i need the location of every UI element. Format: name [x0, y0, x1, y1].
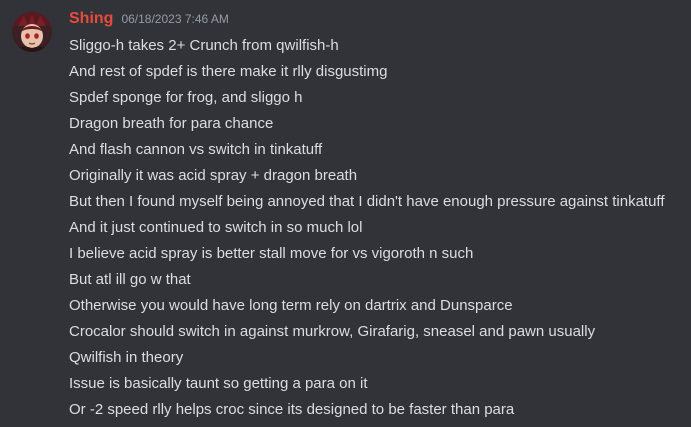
message-line: Spdef sponge for frog, and sliggo h: [69, 89, 303, 106]
message-line: But then I found myself being annoyed th…: [69, 193, 665, 210]
message-header: Shing 06/18/2023 7:46 AM: [69, 10, 229, 32]
username[interactable]: Shing: [69, 10, 113, 28]
message-line: I believe acid spray is better stall mov…: [69, 245, 474, 262]
message-line: Dragon breath for para chance: [69, 115, 274, 132]
chat-message: Shing 06/18/2023 7:46 AM Sliggo-h takes …: [0, 0, 691, 427]
message-line: And it just continued to switch in so mu…: [69, 219, 363, 236]
avatar-icon[interactable]: [12, 12, 52, 52]
message-content: Sliggo-h takes 2+ Crunch from qwilfish-h…: [69, 33, 665, 423]
timestamp[interactable]: 06/18/2023 7:46 AM: [121, 12, 228, 26]
message-line: Sliggo-h takes 2+ Crunch from qwilfish-h: [69, 37, 339, 54]
message-line: And rest of spdef is there make it rlly …: [69, 63, 388, 80]
message-line: But atl ill go w that: [69, 271, 191, 288]
message-line: Qwilfish in theory: [69, 349, 184, 366]
message-line: Crocalor should switch in against murkro…: [69, 323, 596, 340]
message-line: Or -2 speed rlly helps croc since its de…: [69, 401, 515, 418]
message-line: Issue is basically taunt so getting a pa…: [69, 375, 368, 392]
message-line: Originally it was acid spray + dragon br…: [69, 167, 358, 184]
message-line: And flash cannon vs switch in tinkatuff: [69, 141, 323, 158]
message-line: Otherwise you would have long term rely …: [69, 297, 513, 314]
